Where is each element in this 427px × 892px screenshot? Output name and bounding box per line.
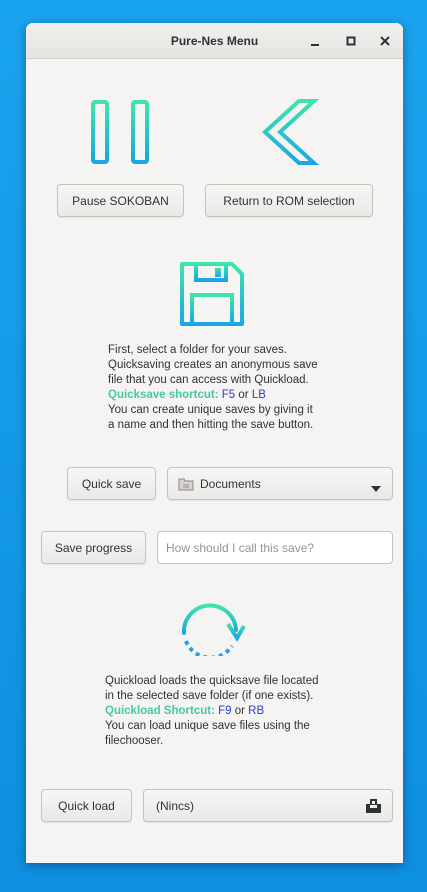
save-name-input[interactable]: How should I call this save? bbox=[157, 531, 393, 564]
save-description: First, select a folder for your saves. Q… bbox=[108, 343, 318, 433]
load-file-value: (Nincs) bbox=[156, 798, 194, 813]
save-progress-button[interactable]: Save progress bbox=[41, 531, 146, 564]
quick-save-button[interactable]: Quick save bbox=[67, 467, 156, 500]
save-desc-line3: file that you can access with Quickload. bbox=[108, 374, 309, 386]
open-file-icon bbox=[366, 799, 382, 816]
save-progress-label: Save progress bbox=[54, 540, 133, 555]
chevron-left-icon bbox=[261, 99, 320, 170]
load-desc-line1: Quickload loads the quicksave file locat… bbox=[105, 675, 319, 687]
quicksave-shortcut-line: Quicksave shortcut: F5 or LB bbox=[108, 388, 318, 403]
minimize-icon[interactable] bbox=[306, 32, 324, 50]
title-bar[interactable]: Pure-Nes Menu bbox=[26, 23, 403, 59]
pause-button-label: Pause SOKOBAN bbox=[72, 193, 169, 208]
quickload-shortcut-line: Quickload Shortcut: F9 or RB bbox=[105, 704, 319, 719]
load-desc-line5: filechooser. bbox=[105, 735, 164, 747]
save-folder-chooser[interactable]: Documents bbox=[167, 467, 393, 500]
dropdown-arrow-icon bbox=[371, 481, 381, 495]
save-desc-line2: Quicksaving creates an anonymous save bbox=[108, 359, 318, 371]
reload-icon bbox=[180, 600, 246, 661]
quick-load-label: Quick load bbox=[58, 798, 115, 813]
save-folder-value: Documents bbox=[200, 476, 261, 491]
return-button-label: Return to ROM selection bbox=[223, 193, 355, 208]
pure-nes-menu-window: Pure-Nes Menu Pause SOKOBAN Return to RO… bbox=[26, 23, 403, 863]
quick-save-label: Quick save bbox=[81, 476, 142, 491]
load-desc-line2: in the selected save folder (if one exis… bbox=[105, 690, 314, 702]
quicksave-shortcut-label: Quicksave shortcut: bbox=[108, 389, 219, 401]
folder-icon bbox=[178, 477, 194, 494]
quickload-key-f9: F9 bbox=[218, 705, 232, 717]
pause-icon bbox=[90, 99, 152, 170]
save-desc-line5: You can create unique saves by giving it bbox=[108, 404, 313, 416]
quickload-shortcut-label: Quickload Shortcut: bbox=[105, 705, 215, 717]
floppy-disk-icon bbox=[179, 261, 245, 332]
maximize-icon[interactable] bbox=[342, 32, 360, 50]
save-name-placeholder: How should I call this save? bbox=[166, 541, 315, 555]
load-description: Quickload loads the quicksave file locat… bbox=[105, 674, 319, 749]
quickload-key-rb: RB bbox=[248, 705, 265, 717]
quick-load-button[interactable]: Quick load bbox=[41, 789, 132, 822]
quickload-or: or bbox=[234, 705, 245, 717]
load-desc-line4: You can load unique save files using the bbox=[105, 720, 310, 732]
return-to-rom-selection-button[interactable]: Return to ROM selection bbox=[205, 184, 373, 217]
quicksave-or: or bbox=[238, 389, 249, 401]
save-desc-line6: a name and then hitting the save button. bbox=[108, 419, 314, 431]
quicksave-key-f5: F5 bbox=[221, 389, 236, 401]
pause-button[interactable]: Pause SOKOBAN bbox=[57, 184, 184, 217]
quicksave-key-lb: LB bbox=[251, 389, 266, 401]
close-icon[interactable] bbox=[376, 32, 394, 50]
load-file-chooser[interactable]: (Nincs) bbox=[143, 789, 393, 822]
save-desc-line1: First, select a folder for your saves. bbox=[108, 344, 287, 356]
